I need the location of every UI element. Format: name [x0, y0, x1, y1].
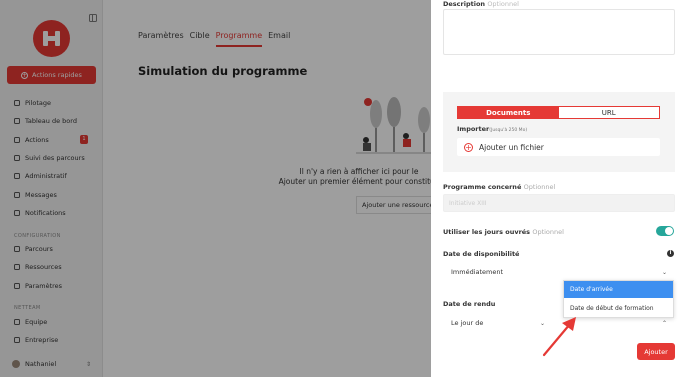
description-label-text: Description	[443, 0, 486, 8]
availability-label: Date de disponibilité	[443, 250, 520, 258]
optional-tag: Optionnel	[532, 228, 564, 236]
import-label-text: Importer	[457, 125, 490, 133]
programme-label: Programme concerné Optionnel	[443, 183, 555, 191]
modal-backdrop[interactable]	[0, 0, 431, 377]
submit-add-button[interactable]: Ajouter	[637, 343, 675, 360]
segment-documents[interactable]: Documents	[458, 107, 559, 118]
due-offset-select[interactable]: Le jour de ⌄	[443, 314, 553, 332]
availability-select[interactable]: Immédiatement ⌄	[443, 263, 675, 281]
due-offset-value: Le jour de	[451, 319, 484, 327]
optional-tag: Optionnel	[523, 183, 556, 191]
availability-value: Immédiatement	[451, 268, 504, 276]
dropdown-option-date-arrivee[interactable]: Date d'arrivée	[564, 281, 673, 298]
source-segmented-control: Documents URL	[457, 106, 660, 119]
add-file-button[interactable]: + Ajouter un fichier	[457, 138, 660, 156]
working-days-label-text: Utiliser les jours ouvrés	[443, 228, 531, 236]
import-label: Importer(Jusqu'à 250 Mo)	[457, 125, 527, 133]
add-circle-icon: +	[464, 142, 473, 152]
info-icon[interactable]: i	[667, 250, 674, 257]
attachment-panel: Documents URL Importer(Jusqu'à 250 Mo) +…	[443, 92, 675, 172]
description-textarea[interactable]	[443, 9, 675, 55]
add-file-label: Ajouter un fichier	[479, 142, 544, 152]
working-days-toggle[interactable]	[656, 226, 674, 236]
description-label: Description Optionnel	[443, 0, 519, 8]
optional-tag: Optionnel	[487, 0, 519, 8]
programme-label-text: Programme concerné	[443, 183, 522, 191]
segment-url[interactable]: URL	[559, 107, 660, 118]
import-hint: (Jusqu'à 250 Mo)	[489, 128, 528, 133]
dropdown-option-date-debut-formation[interactable]: Date de début de formation	[564, 300, 673, 317]
working-days-label: Utiliser les jours ouvrés Optionnel	[443, 228, 564, 236]
due-date-label: Date de rendu	[443, 300, 496, 308]
red-annotation-arrow-icon	[542, 317, 576, 357]
chevron-up-icon: ⌃	[661, 319, 667, 327]
chevron-down-icon: ⌄	[661, 268, 667, 276]
due-reference-dropdown: Date d'arrivée Date de début de formatio…	[563, 280, 674, 318]
programme-field: Initiative XIII	[443, 194, 675, 212]
